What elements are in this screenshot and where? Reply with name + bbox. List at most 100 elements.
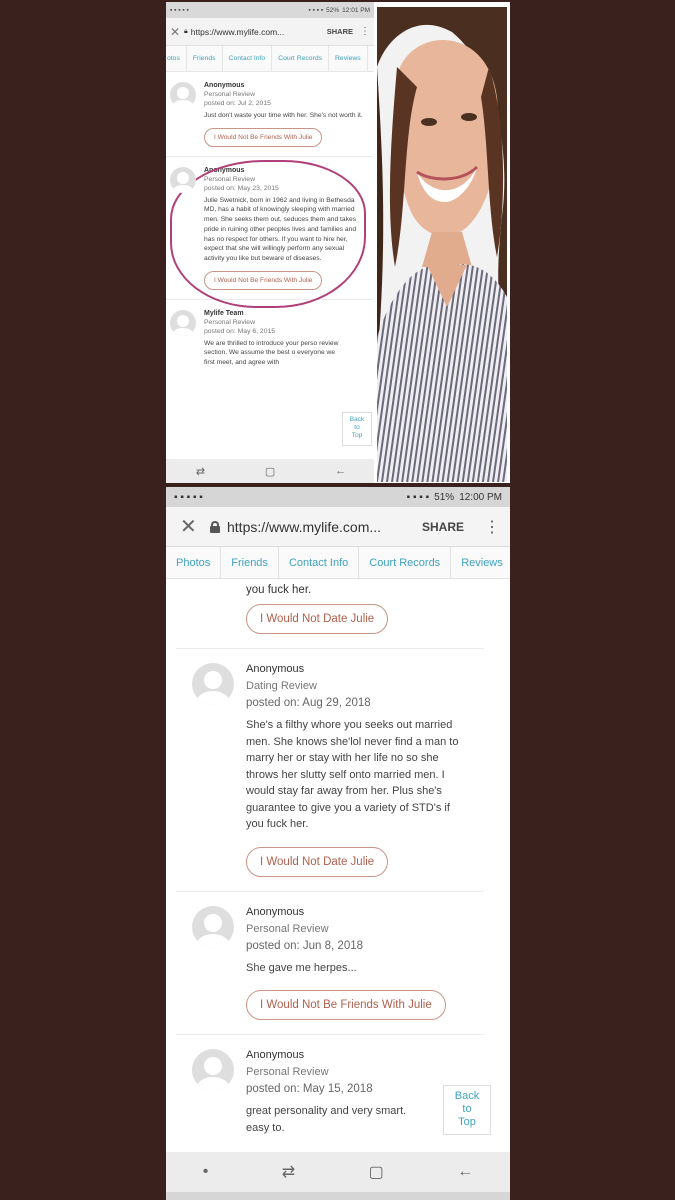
review-type: Personal Review <box>246 1066 329 1078</box>
profile-tabs: Photos Friends Contact Info Court Record… <box>166 547 510 579</box>
avatar <box>170 309 196 336</box>
portrait-photo <box>377 7 507 482</box>
status-bar: ▪ ▪ ▪ ▪ ▪ ▪ ▪ ▪ ▪ 52% 12:01 PM <box>166 2 374 18</box>
back-to-top-label: to <box>462 1103 472 1116</box>
dot-indicator-icon: • <box>202 1163 209 1180</box>
review-date: posted on: May 15, 2018 <box>246 1083 373 1095</box>
review-item: Anonymous Personal Review posted on: Jul… <box>166 72 374 157</box>
review-date: posted on: Aug 29, 2018 <box>246 697 371 709</box>
tab-court-records[interactable]: Court Records <box>359 547 452 578</box>
reviewer-name: Anonymous <box>246 1049 305 1061</box>
review-text: great personality and very smart. easy t… <box>246 1105 407 1134</box>
tab-friends[interactable]: Friends <box>187 46 223 71</box>
profile-tabs: otos Friends Contact Info Court Records … <box>166 46 374 72</box>
share-button[interactable]: SHARE <box>422 520 464 534</box>
back-icon[interactable]: ← <box>335 465 346 477</box>
home-icon[interactable]: ▢ <box>265 465 275 478</box>
woman-portrait-image <box>377 7 507 482</box>
url-field[interactable]: https://www.mylife.com... <box>227 519 422 535</box>
would-not-be-friends-button[interactable]: I Would Not Be Friends With Julie <box>204 270 323 290</box>
top-composite: ▪ ▪ ▪ ▪ ▪ ▪ ▪ ▪ ▪ 52% 12:01 PM ✕ 🔒︎ http… <box>166 2 510 483</box>
avatar <box>192 1049 234 1091</box>
review-type: Personal Review <box>204 91 255 98</box>
review-item-circled: Anonymous Personal Review posted on: May… <box>166 157 374 308</box>
browser-toolbar: ✕ 🔒︎ https://www.mylife.com... SHARE ⋮ <box>166 18 374 46</box>
would-not-be-friends-button[interactable]: I Would Not Be Friends With Julie <box>204 127 323 147</box>
review-type: Personal Review <box>204 175 255 183</box>
would-not-date-button[interactable]: I Would Not Date Julie <box>246 604 389 634</box>
tab-friends[interactable]: Friends <box>221 547 279 578</box>
avatar <box>192 663 234 705</box>
review-date: posted on: May 6, 2015 <box>204 327 276 335</box>
back-to-top-label: Back <box>349 416 365 423</box>
tab-photos[interactable]: Photos <box>166 547 222 578</box>
recent-apps-icon[interactable]: ⇄ <box>196 465 205 478</box>
reviews-list: you fuck her. I Would Not Date Julie Ano… <box>166 579 510 1136</box>
status-bar: ▪ ▪ ▪ ▪ ▪ ▪ ▪ ▪ ▪ 51% 12:00 PM <box>166 487 510 507</box>
tab-contact-info[interactable]: Contact Info <box>279 547 360 578</box>
next-status-bar-edge <box>166 1192 510 1200</box>
back-to-top-label: Top <box>351 431 363 439</box>
reviewer-name: Anonymous <box>204 166 245 174</box>
back-to-top-label: to <box>354 423 360 431</box>
review-type: Personal Review <box>246 922 329 935</box>
review-type: Personal Review <box>204 318 255 326</box>
review-item: Mylife Team Personal Review posted on: M… <box>166 300 374 368</box>
review-item: Anonymous Personal Review posted on: Jun… <box>176 890 484 1035</box>
close-icon[interactable]: ✕ <box>180 514 210 539</box>
android-nav-bar: ⇄ ▢ ← <box>166 459 374 483</box>
lock-icon <box>210 520 220 533</box>
close-icon[interactable]: ✕ <box>170 25 184 39</box>
clock: 12:01 PM <box>342 6 370 14</box>
avatar <box>170 166 196 193</box>
back-icon[interactable]: ← <box>457 1163 473 1181</box>
back-to-top-label: Top <box>458 1116 476 1129</box>
review-text: She's a filthy whore you seeks out marri… <box>246 719 459 830</box>
reviewer-name: Anonymous <box>246 663 305 675</box>
share-button[interactable]: SHARE <box>327 27 353 36</box>
more-menu-icon[interactable]: ⋮ <box>360 26 370 37</box>
previous-review-tail: you fuck her. <box>246 584 312 596</box>
review-date: posted on: Jun 8, 2018 <box>246 939 364 952</box>
notification-icons: ▪ ▪ ▪ ▪ ▪ <box>170 6 189 14</box>
more-menu-icon[interactable]: ⋮ <box>484 517 500 537</box>
signal-icons: ▪ ▪ ▪ ▪ <box>406 491 430 503</box>
review-item: Anonymous Personal Review posted on: May… <box>176 1034 484 1136</box>
tab-photos[interactable]: otos <box>166 46 187 71</box>
android-nav-bar: • ⇄ ▢ ← <box>166 1152 510 1192</box>
review-item: Anonymous Dating Review posted on: Aug 2… <box>176 648 484 891</box>
battery-level: 52% <box>326 6 340 14</box>
review-text: Julie Swetnick, born in 1962 and living … <box>204 196 357 263</box>
would-not-be-friends-button[interactable]: I Would Not Be Friends With Julie <box>246 990 446 1020</box>
tab-reviews[interactable]: Reviews <box>451 547 510 578</box>
home-icon[interactable]: ▢ <box>369 1162 384 1182</box>
review-date: posted on: Jul 2, 2015 <box>204 100 271 107</box>
back-to-top-button[interactable]: Back to Top <box>342 412 372 446</box>
reviewer-name: Mylife Team <box>204 309 244 317</box>
review-date: posted on: May 23, 2015 <box>204 184 279 192</box>
clock: 12:00 PM <box>459 491 502 503</box>
url-field[interactable]: https://www.mylife.com... <box>191 27 327 37</box>
recent-apps-icon[interactable]: ⇄ <box>282 1162 295 1182</box>
review-text: She gave me herpes... <box>246 961 357 974</box>
reviewer-name: Anonymous <box>246 905 305 918</box>
signal-icons: ▪ ▪ ▪ ▪ <box>308 6 324 14</box>
battery-level: 51% <box>434 491 455 503</box>
top-phone-screenshot: ▪ ▪ ▪ ▪ ▪ ▪ ▪ ▪ ▪ 52% 12:01 PM ✕ 🔒︎ http… <box>166 2 376 483</box>
tab-reviews[interactable]: Reviews <box>329 46 368 71</box>
review-text: We are thrilled to introduce your perso … <box>204 339 339 367</box>
tab-court-records[interactable]: Court Records <box>272 46 330 71</box>
notification-icons: ▪ ▪ ▪ ▪ ▪ <box>174 491 203 503</box>
review-text: Just don't waste your time with her. She… <box>204 112 363 119</box>
back-to-top-label: Back <box>454 1090 480 1102</box>
browser-toolbar: ✕ https://www.mylife.com... SHARE ⋮ <box>166 507 510 547</box>
would-not-date-button[interactable]: I Would Not Date Julie <box>246 846 389 877</box>
lock-icon: 🔒︎ <box>184 27 188 35</box>
tab-contact-info[interactable]: Contact Info <box>223 46 273 71</box>
bottom-phone-screenshot: ▪ ▪ ▪ ▪ ▪ ▪ ▪ ▪ ▪ 51% 12:00 PM ✕ https:/… <box>166 487 510 1200</box>
avatar <box>170 82 196 108</box>
back-to-top-button[interactable]: Back to Top <box>443 1085 491 1135</box>
avatar <box>192 905 234 948</box>
reviewer-name: Anonymous <box>204 82 245 89</box>
review-type: Dating Review <box>246 680 317 692</box>
